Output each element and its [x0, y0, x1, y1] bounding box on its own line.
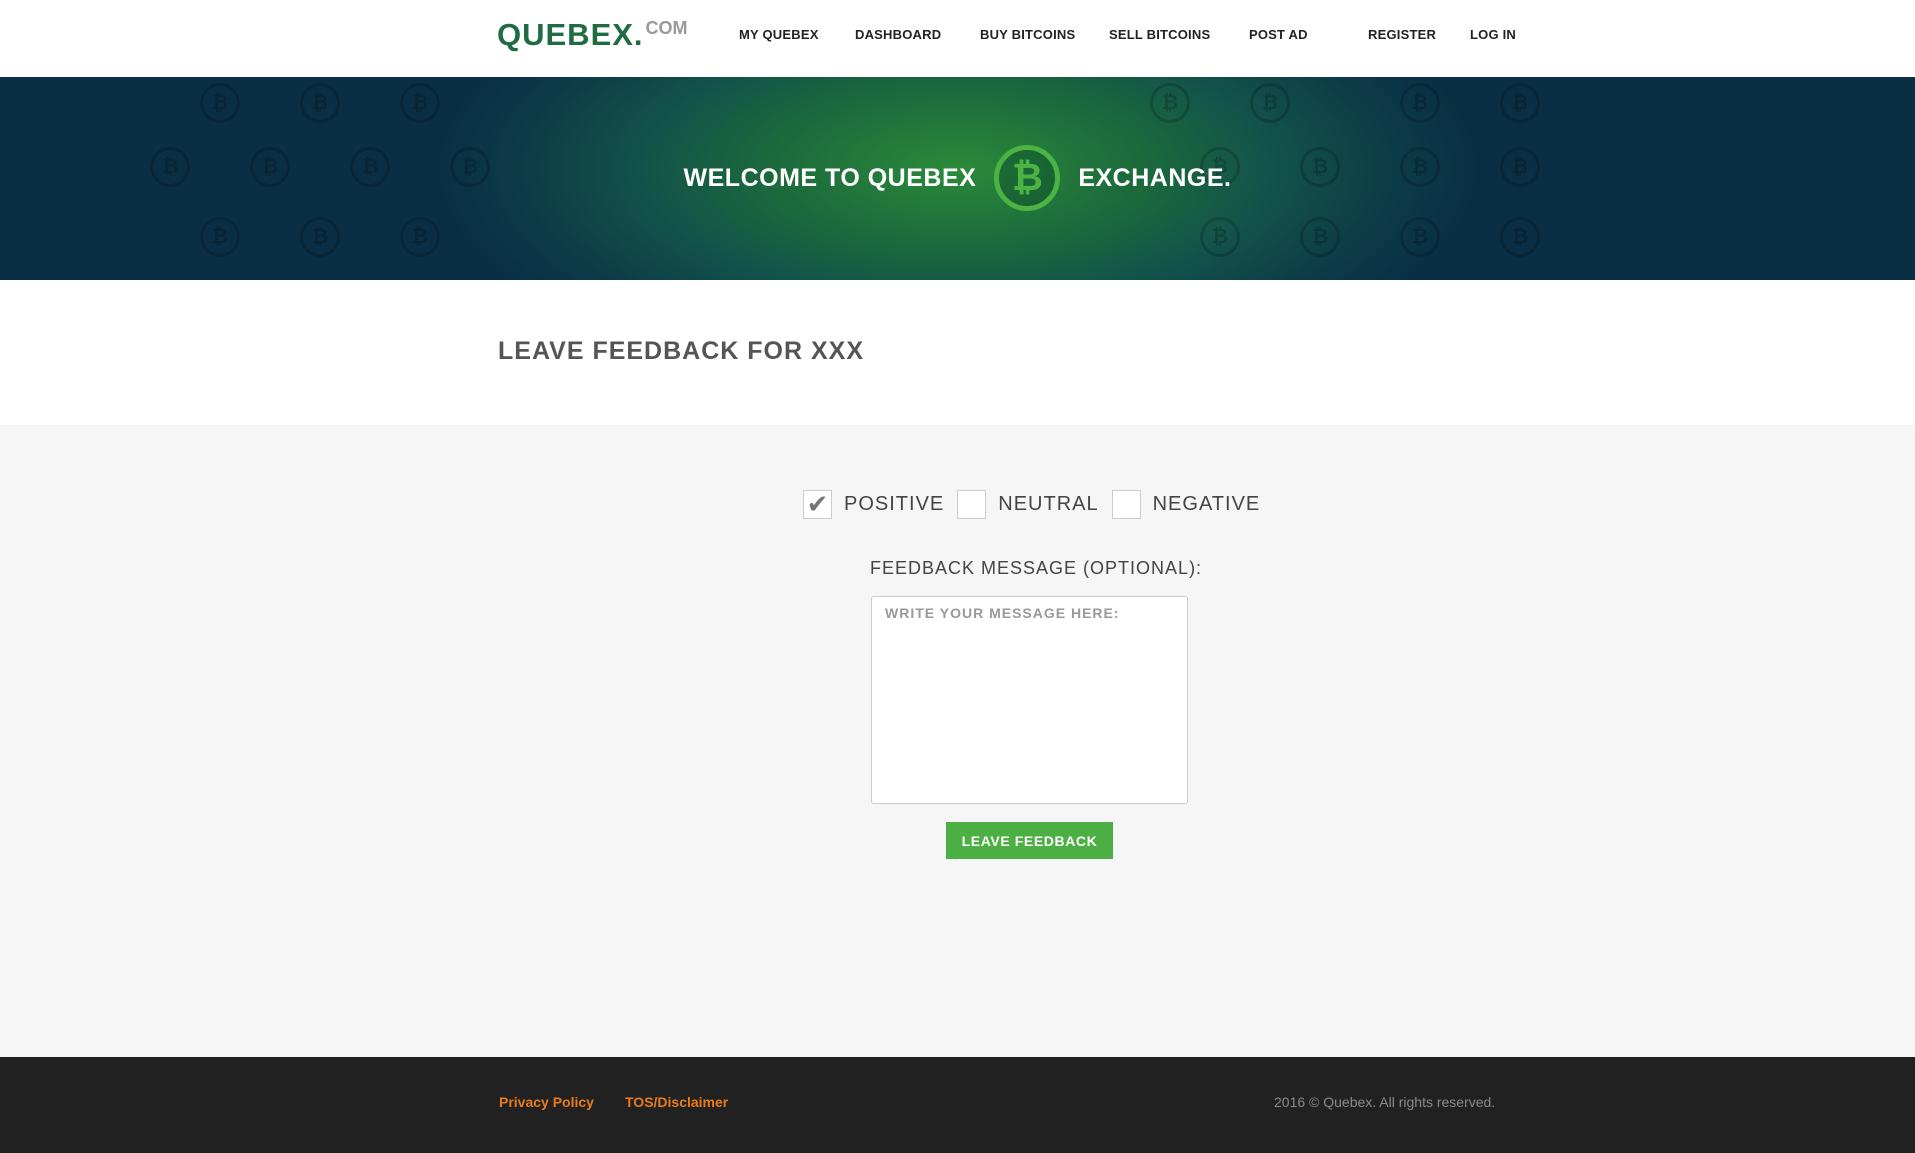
banner-text-left: WELCOME TO QUEBEX — [683, 163, 977, 192]
positive-checkbox[interactable]: ✔ — [803, 489, 832, 519]
tos-disclaimer-link[interactable]: TOS/Disclaimer — [625, 1094, 728, 1110]
nav-post-ad[interactable]: POST AD — [1249, 27, 1308, 42]
nav-log-in[interactable]: LOG IN — [1470, 27, 1516, 42]
banner-text-right: EXCHANGE. — [1078, 163, 1232, 192]
positive-label[interactable]: POSITIVE — [844, 493, 944, 516]
logo-suffix: COM — [645, 18, 688, 38]
checkmark-icon: ✔ — [806, 489, 829, 519]
footer: Privacy Policy TOS/Disclaimer 2016 © Que… — [0, 1057, 1915, 1153]
bitcoin-icon: ₿ — [994, 145, 1061, 211]
nav-register[interactable]: REGISTER — [1368, 27, 1436, 42]
banner-heading: WELCOME TO QUEBEX ₿ EXCHANGE. — [0, 145, 1915, 211]
nav-sell-bitcoins[interactable]: SELL BITCOINS — [1109, 27, 1210, 42]
feedback-form: ✔ POSITIVE NEUTRAL NEGATIVE FEEDBACK MES… — [0, 425, 1915, 1057]
neutral-checkbox[interactable] — [957, 490, 987, 519]
nav-my-quebex[interactable]: MY QUEBEX — [739, 27, 819, 42]
negative-checkbox[interactable] — [1111, 490, 1141, 519]
privacy-policy-link[interactable]: Privacy Policy — [499, 1094, 594, 1110]
leave-feedback-button[interactable]: LEAVE FEEDBACK — [946, 822, 1113, 859]
rating-options: ✔ POSITIVE NEUTRAL NEGATIVE — [803, 489, 1273, 519]
nav-buy-bitcoins[interactable]: BUY BITCOINS — [980, 27, 1075, 42]
copyright-text: 2016 © Quebex. All rights reserved. — [1274, 1094, 1496, 1110]
neutral-label[interactable]: NEUTRAL — [998, 493, 1098, 516]
top-header: QUEBEX. COM MY QUEBEX DASHBOARD BUY BITC… — [0, 0, 1915, 77]
feedback-message-label: FEEDBACK MESSAGE (OPTIONAL): — [870, 558, 1203, 578]
nav-dashboard[interactable]: DASHBOARD — [855, 27, 941, 42]
site-logo[interactable]: QUEBEX. COM — [497, 16, 688, 54]
negative-label[interactable]: NEGATIVE — [1153, 493, 1261, 516]
title-section: LEAVE FEEDBACK FOR XXX — [0, 280, 1915, 425]
feedback-message-input[interactable] — [871, 596, 1188, 804]
welcome-banner: ₿ ₿ ₿ ₿ ₿ ₿ ₿ ₿ ₿ ₿ ₿ ₿ ₿ ₿ ₿ ₿ ₿ ₿ ₿ ₿ ₿ ₿ WELCOME TO Q… — [0, 77, 1915, 280]
page-title: LEAVE FEEDBACK FOR XXX — [498, 337, 865, 365]
logo-main-text: QUEBEX. — [497, 17, 644, 52]
